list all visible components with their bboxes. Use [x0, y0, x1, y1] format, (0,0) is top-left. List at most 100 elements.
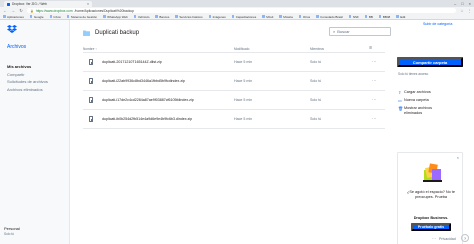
dropbox-logo-icon[interactable] — [7, 25, 17, 34]
new-folder-action[interactable]: ▭ Nueva carpeta — [398, 98, 446, 103]
bookmark-item[interactable]: Música — [279, 15, 293, 19]
bookmark-item[interactable]: Consulado Brasil — [316, 15, 343, 19]
zip-file-icon — [89, 97, 93, 103]
bookmark-item[interactable]: Aplicaciones — [3, 15, 24, 19]
account-visibility: Solo tú — [4, 232, 14, 236]
bookmark-icon — [155, 15, 158, 18]
show-deleted-label: Mostrar archivos eliminados — [404, 106, 433, 115]
bookmark-label: Vehículo — [137, 14, 150, 19]
star-icon[interactable]: ☆ — [460, 9, 463, 13]
address-bar: ← → ↻ 🔒 https://www.dropbox.com/home/Apl… — [0, 7, 474, 14]
show-deleted-action[interactable]: 🗑 Mostrar archivos eliminados — [398, 106, 446, 116]
bookmark-icon — [279, 15, 282, 18]
more-options-icon[interactable]: ··· — [372, 78, 377, 83]
bookmark-item[interactable]: BB48 — [378, 15, 390, 19]
file-modified: Hace 5 min — [234, 79, 253, 83]
bookmark-item[interactable]: Móvil — [262, 15, 273, 19]
file-row[interactable]: duplicati-20171210T165144Z.dlist.zip Hace… — [83, 53, 385, 72]
bookmark-item[interactable]: Capacitaciones — [231, 15, 256, 19]
share-folder-button[interactable]: Compartir carpeta — [397, 57, 463, 67]
bookmark-item[interactable]: Edit — [396, 15, 405, 19]
bookmark-item[interactable]: Bancos — [155, 15, 169, 19]
help-button[interactable]: ? — [461, 234, 469, 242]
close-icon[interactable]: × — [457, 155, 459, 160]
privacy-link[interactable]: Privacidad — [439, 237, 456, 241]
bookmark-icon — [208, 15, 212, 18]
access-note: Solo tú tienes acceso — [398, 72, 429, 76]
promo-text: ¿Se agotó el espacio? No te preocupes. P… — [407, 190, 455, 199]
file-row[interactable]: duplicati-i22ab9936c8bd3446a1fbbd5b9fcdi… — [83, 72, 385, 91]
url-host: https://www.dropbox.com — [35, 8, 73, 13]
bookmark-item[interactable]: WhatsApp Web — [103, 15, 128, 19]
bookmark-icon — [3, 15, 6, 18]
tab-close-icon[interactable]: × — [87, 2, 89, 6]
business-promo: × ¿Se agotó el espacio? No te preocupes.… — [397, 152, 463, 244]
bookmark-item[interactable]: NSF — [348, 14, 359, 19]
bookmark-item[interactable]: Google — [29, 14, 44, 19]
more-options-icon[interactable]: ··· — [372, 59, 377, 64]
bookmark-item[interactable]: Inbox — [49, 15, 61, 19]
bookmark-label: WhatsApp Web — [107, 14, 128, 19]
search-input[interactable]: ⌕ Buscar — [329, 27, 391, 36]
file-modified: Hace 5 min — [234, 60, 253, 64]
bookmark-item[interactable]: Servicios básicos — [175, 15, 203, 19]
column-header-members[interactable]: Miembros — [310, 47, 324, 51]
url-path: /home/Aplicaciones/Duplicati%20backup — [74, 8, 134, 13]
bookmark-label: Google — [33, 14, 44, 19]
file-name[interactable]: duplicati-i22ab9936c8bd3446a1fbbd5b9fcdi… — [102, 79, 185, 83]
upload-files-label: Cargar archivos — [404, 90, 431, 94]
list-view-icon[interactable]: ☰ — [369, 46, 372, 50]
bookmark-item[interactable]: Sistema de Gestión — [66, 15, 97, 19]
promo-illustration-icon — [423, 163, 442, 182]
bookmark-item[interactable]: Imágenes — [208, 14, 226, 19]
back-icon[interactable]: ← — [3, 8, 7, 13]
main-content: Subir de categoría Duplicati backup ⌕ Bu… — [70, 20, 474, 244]
file-name[interactable]: duplicati-ib0b254d2fb514e4a9d6e9e4b9fc6b… — [102, 117, 192, 121]
menu-dots-icon[interactable]: ⋮ — [468, 9, 472, 13]
file-row[interactable]: duplicati-ib0b254d2fb514e4a9d6e9e4b9fc6b… — [83, 110, 385, 129]
bookmark-icon — [378, 15, 382, 18]
column-header-modified[interactable]: Modificado — [234, 47, 249, 51]
bookmark-label: Música — [283, 14, 293, 19]
bookmark-label: Otros — [302, 14, 311, 19]
bookmark-icon — [66, 15, 70, 18]
forward-icon[interactable]: → — [11, 8, 15, 13]
account-switcher[interactable]: Personal Solo tú — [4, 226, 20, 236]
bookmark-item[interactable]: BB — [364, 15, 373, 19]
new-folder-label: Nueva carpeta — [404, 98, 429, 102]
bookmark-icon — [175, 15, 178, 18]
bookmark-item[interactable]: Otros — [298, 14, 311, 19]
upload-files-action[interactable]: ⇪ Cargar archivos — [398, 90, 446, 95]
reload-icon[interactable]: ↻ — [19, 8, 23, 13]
more-options-icon[interactable]: ··· — [432, 236, 436, 241]
bookmark-icon — [49, 15, 53, 18]
bookmark-icon — [103, 15, 106, 18]
column-header-name[interactable]: Nombre ↑ — [83, 47, 97, 51]
sidebar-item-sharing[interactable]: Compartir — [7, 72, 48, 77]
dropbox-app: Archivos Mis archivos Compartir Solicitu… — [0, 20, 474, 244]
bookmark-icon — [348, 15, 352, 18]
close-window-icon[interactable]: × — [469, 1, 471, 6]
page-title: Duplicati backup — [95, 30, 140, 36]
sidebar-item-deleted-files[interactable]: Archivos eliminados — [7, 87, 48, 92]
maximize-icon[interactable]: □ — [461, 1, 463, 6]
sidebar-title[interactable]: Archivos — [7, 44, 26, 50]
sidebar-item-my-files[interactable]: Mis archivos — [7, 64, 48, 69]
more-options-icon[interactable]: ··· — [372, 116, 377, 121]
sidebar-item-file-requests[interactable]: Solicitudes de archivos — [7, 79, 48, 84]
file-name[interactable]: duplicati-i17de2c4cd2284a87ae9f03887cf61… — [102, 98, 194, 102]
bookmark-label: Imágenes — [212, 14, 226, 19]
url-field[interactable]: 🔒 https://www.dropbox.com/home/Aplicacio… — [27, 8, 457, 13]
account-name: Personal — [4, 226, 20, 231]
bookmark-icon — [231, 15, 235, 18]
file-members: Solo tú — [310, 117, 322, 121]
file-name[interactable]: duplicati-20171210T165144Z.dlist.zip — [102, 60, 162, 64]
more-options-icon[interactable]: ··· — [372, 97, 377, 102]
bookmark-label: NSF — [352, 14, 359, 19]
bookmark-label: Bancos — [159, 14, 170, 19]
bookmark-item[interactable]: Vehículo — [133, 14, 150, 19]
minimize-icon[interactable]: – — [454, 1, 456, 6]
browser-tab-bar: Dropbox: Ver ZIG: / Web × – □ × — [0, 0, 474, 7]
file-row[interactable]: duplicati-i17de2c4cd2284a87ae9f03887cf61… — [83, 91, 385, 110]
try-free-button[interactable]: Pruébalo gratis — [411, 223, 451, 231]
